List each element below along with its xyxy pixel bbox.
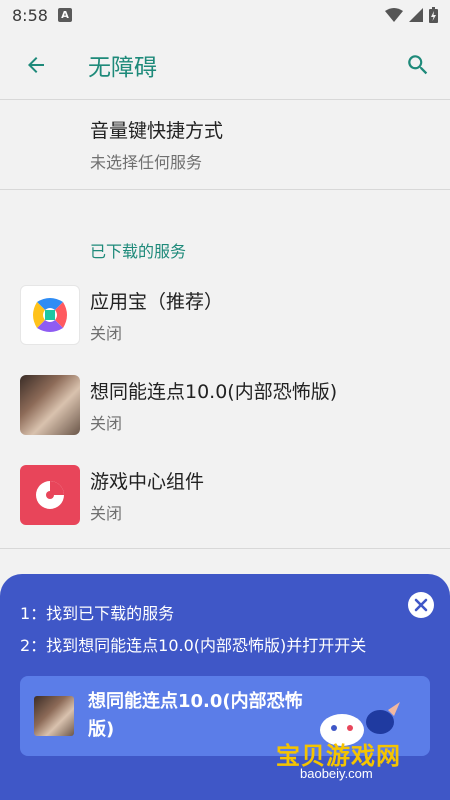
portrait-photo-icon (20, 375, 80, 435)
close-icon (414, 598, 428, 612)
wifi-icon (385, 8, 403, 22)
watermark-domain: baobeiy.com (300, 766, 373, 781)
service-row-game-center[interactable]: 游戏中心组件 关闭 (0, 450, 450, 540)
signal-icon (409, 8, 423, 22)
downloaded-services-header: 已下载的服务 (90, 242, 187, 261)
service-status: 关闭 (90, 323, 123, 343)
watermark: 宝贝游戏网 baobeiy.com (272, 700, 422, 790)
shortcut-title: 音量键快捷方式 (90, 120, 224, 142)
volume-key-shortcut-row[interactable]: 音量键快捷方式 未选择任何服务 (0, 100, 450, 190)
guide-step-2: 2：找到想同能连点10.0(内部恐怖版)并打开开关 (20, 636, 367, 655)
search-icon (408, 54, 428, 74)
back-button[interactable] (18, 47, 54, 83)
yingyongbao-icon (20, 285, 80, 345)
service-title: 想同能连点10.0(内部恐怖版) (90, 380, 338, 403)
service-row-yingyongbao[interactable]: 应用宝（推荐） 关闭 (0, 270, 450, 360)
app-bar: 无障碍 (0, 30, 450, 100)
notification-a-icon: A (57, 8, 72, 22)
service-row-liandian[interactable]: 想同能连点10.0(内部恐怖版) 关闭 (0, 360, 450, 450)
close-button[interactable] (408, 592, 434, 618)
status-bar: 8:58 A (0, 0, 450, 30)
battery-icon (429, 7, 438, 23)
game-center-icon (20, 465, 80, 525)
target-thumb-icon (34, 696, 74, 736)
page-title: 无障碍 (88, 54, 157, 81)
status-icons (385, 7, 438, 23)
guide-step-1: 1：找到已下载的服务 (20, 604, 175, 623)
service-title: 应用宝（推荐） (90, 290, 224, 313)
service-title: 游戏中心组件 (90, 470, 205, 493)
shortcut-subtitle: 未选择任何服务 (90, 153, 203, 172)
arrow-left-icon (28, 56, 44, 73)
search-button[interactable] (400, 47, 436, 83)
service-status: 关闭 (90, 503, 123, 523)
service-status: 关闭 (90, 413, 123, 433)
status-time: 8:58 (12, 5, 48, 25)
settings-list: 音量键快捷方式 未选择任何服务 已下载的服务 应用宝（推荐） 关闭 想同能连点1… (0, 100, 450, 593)
